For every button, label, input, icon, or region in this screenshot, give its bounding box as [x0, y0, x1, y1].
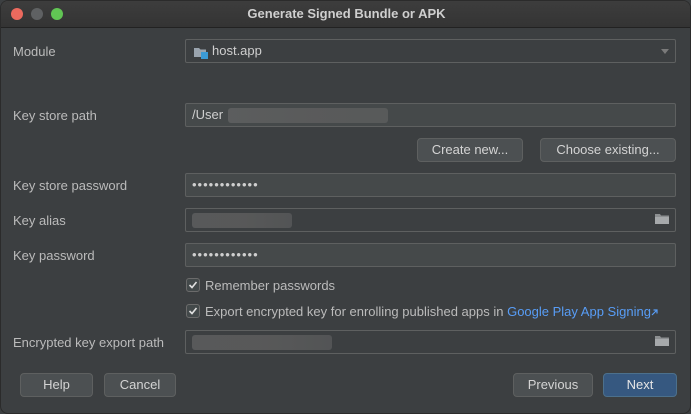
external-link-icon [651, 309, 658, 316]
keystore-path-label: Key store path [13, 108, 97, 123]
remember-passwords-label[interactable]: Remember passwords [205, 278, 335, 293]
next-button[interactable]: Next [603, 373, 677, 397]
key-alias-label: Key alias [13, 213, 66, 228]
window-title: Generate Signed Bundle or APK [247, 6, 446, 21]
key-password-input[interactable]: •••••••••••• [185, 243, 676, 267]
key-password-value: •••••••••••• [192, 247, 259, 262]
key-alias-input[interactable] [185, 208, 676, 232]
chevron-down-icon [661, 49, 669, 54]
checkmark-icon [188, 281, 198, 289]
keystore-password-value: •••••••••••• [192, 177, 259, 192]
redacted-blur [228, 108, 388, 123]
title-bar: Generate Signed Bundle or APK [1, 1, 690, 28]
key-password-label: Key password [13, 248, 95, 263]
redacted-blur [192, 213, 292, 228]
keystore-password-label: Key store password [13, 178, 128, 193]
export-encrypted-key-checkbox[interactable] [186, 304, 200, 318]
folder-icon[interactable] [655, 335, 669, 347]
export-path-input[interactable] [185, 330, 676, 354]
google-play-app-signing-link[interactable]: Google Play App Signing [507, 304, 651, 319]
export-encrypted-key-label[interactable]: Export encrypted key for enrolling publi… [205, 304, 658, 319]
folder-icon[interactable] [655, 213, 669, 225]
cancel-button[interactable]: Cancel [104, 373, 176, 397]
export-encrypted-key-text: Export encrypted key for enrolling publi… [205, 304, 504, 319]
module-value: host.app [212, 43, 262, 58]
export-path-label: Encrypted key export path [13, 335, 165, 350]
keystore-path-value: /User [192, 107, 224, 122]
keystore-path-input[interactable]: /User [185, 103, 676, 127]
remember-passwords-checkbox[interactable] [186, 278, 200, 292]
help-button[interactable]: Help [20, 373, 93, 397]
create-new-button[interactable]: Create new... [417, 138, 523, 162]
module-dropdown[interactable]: host.app [185, 39, 676, 63]
dialog-window: Generate Signed Bundle or APK Module hos… [0, 0, 691, 414]
keystore-password-input[interactable]: •••••••••••• [185, 173, 676, 197]
module-label: Module [13, 44, 56, 59]
checkmark-icon [188, 307, 198, 315]
redacted-blur [192, 335, 332, 350]
previous-button[interactable]: Previous [513, 373, 593, 397]
choose-existing-button[interactable]: Choose existing... [540, 138, 676, 162]
module-folder-icon [193, 45, 209, 59]
